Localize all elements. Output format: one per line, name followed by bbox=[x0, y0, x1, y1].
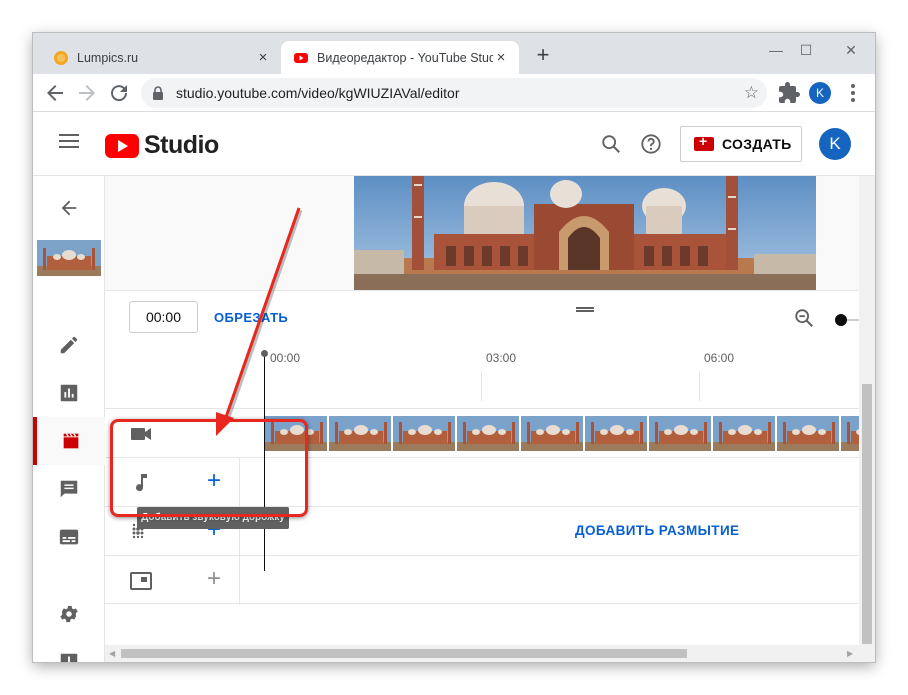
url-text: studio.youtube.com/video/kgWIUZIAVal/edi… bbox=[176, 85, 460, 101]
end-screen-track: + bbox=[105, 555, 859, 605]
create-button[interactable]: СОЗДАТЬ bbox=[680, 126, 802, 162]
filmstrip-frame bbox=[841, 416, 859, 451]
nav-analytics[interactable] bbox=[33, 369, 105, 417]
address-bar[interactable]: studio.youtube.com/video/kgWIUZIAVal/edi… bbox=[141, 78, 767, 108]
zoom-slider-handle[interactable] bbox=[835, 314, 847, 326]
trim-button[interactable]: ОБРЕЗАТЬ bbox=[214, 310, 288, 325]
ruler-label: 00:00 bbox=[270, 351, 301, 365]
search-icon[interactable] bbox=[600, 133, 622, 155]
subtitles-icon bbox=[59, 529, 79, 545]
ruler-tick bbox=[481, 371, 482, 401]
create-camera-icon bbox=[694, 133, 714, 151]
horizontal-scrollbar[interactable]: ◀ ▶ bbox=[105, 645, 859, 662]
add-end-screen-button[interactable]: + bbox=[202, 567, 226, 591]
tab-close-icon[interactable]: × bbox=[255, 49, 271, 66]
maximize-button[interactable]: ☐ bbox=[791, 38, 821, 62]
scroll-left-arrow-icon[interactable]: ◀ bbox=[109, 649, 115, 658]
nav-settings[interactable] bbox=[33, 590, 105, 638]
horizontal-scroll-thumb[interactable] bbox=[121, 649, 687, 658]
vertical-scrollbar[interactable] bbox=[859, 176, 875, 662]
close-window-button[interactable]: ✕ bbox=[836, 38, 866, 62]
hamburger-menu-icon[interactable] bbox=[59, 134, 79, 154]
filmstrip-frame bbox=[777, 416, 841, 451]
filmstrip-frame bbox=[457, 416, 521, 451]
tab-studio-editor[interactable]: Видеоредактор - YouTube Studio × bbox=[281, 41, 519, 74]
tab-strip: Lumpics.ru × Видеоредактор - YouTube Stu… bbox=[33, 33, 875, 74]
bookmark-star-icon[interactable]: ☆ bbox=[744, 83, 759, 103]
add-blur-link[interactable]: ДОБАВИТЬ РАЗМЫТИЕ bbox=[575, 523, 739, 538]
back-to-content-button[interactable] bbox=[33, 184, 105, 232]
new-tab-button[interactable]: + bbox=[533, 44, 553, 66]
vertical-scroll-thumb[interactable] bbox=[862, 384, 872, 644]
comments-icon bbox=[60, 480, 78, 498]
analytics-icon bbox=[60, 384, 78, 402]
logo-text: Studio bbox=[144, 131, 219, 159]
filmstrip-frame bbox=[329, 416, 393, 451]
extensions-puzzle-icon[interactable] bbox=[777, 81, 801, 105]
editor-clapperboard-icon bbox=[63, 433, 79, 449]
forward-arrow-icon[interactable] bbox=[75, 81, 99, 105]
feedback-icon bbox=[60, 653, 78, 662]
zoom-slider-track[interactable] bbox=[847, 319, 859, 321]
back-arrow-icon bbox=[61, 200, 77, 216]
browser-profile-avatar[interactable]: K bbox=[809, 82, 831, 104]
pencil-icon bbox=[60, 336, 78, 354]
filmstrip-frame bbox=[393, 416, 457, 451]
video-preview[interactable] bbox=[354, 176, 816, 290]
account-avatar[interactable]: K bbox=[819, 128, 851, 160]
zoom-out-icon[interactable] bbox=[793, 307, 815, 329]
tab-title: Видеоредактор - YouTube Studio bbox=[317, 50, 493, 65]
timeline-ruler[interactable]: 00:00 03:00 06:00 bbox=[105, 346, 859, 408]
ruler-tick bbox=[699, 371, 700, 401]
time-field[interactable]: 00:00 bbox=[129, 301, 198, 333]
reload-icon[interactable] bbox=[107, 81, 131, 105]
browser-menu-icon[interactable] bbox=[841, 81, 865, 105]
browser-window: Lumpics.ru × Видеоредактор - YouTube Stu… bbox=[33, 33, 875, 662]
filmstrip-frame bbox=[521, 416, 585, 451]
filmstrip-frame bbox=[585, 416, 649, 451]
tab-title: Lumpics.ru bbox=[77, 50, 139, 65]
nav-comments[interactable] bbox=[33, 465, 105, 513]
video-filmstrip[interactable] bbox=[265, 416, 859, 451]
filmstrip-frame bbox=[649, 416, 713, 451]
playhead-knob[interactable] bbox=[261, 350, 268, 357]
browser-toolbar: studio.youtube.com/video/kgWIUZIAVal/edi… bbox=[33, 74, 875, 112]
nav-details[interactable] bbox=[33, 321, 105, 369]
ruler-label: 03:00 bbox=[486, 351, 517, 365]
youtube-favicon-icon bbox=[294, 52, 308, 63]
annotation-highlight-box bbox=[110, 419, 308, 517]
mosque-preview-image bbox=[354, 176, 816, 290]
ruler-label: 06:00 bbox=[704, 351, 735, 365]
nav-feedback[interactable] bbox=[33, 638, 105, 662]
track-separator bbox=[239, 556, 240, 605]
create-label: СОЗДАТЬ bbox=[722, 136, 792, 152]
left-navigation bbox=[33, 176, 105, 662]
nav-editor[interactable] bbox=[33, 417, 105, 465]
video-thumbnail[interactable] bbox=[37, 240, 101, 276]
nav-subtitles[interactable] bbox=[33, 513, 105, 561]
lumpics-favicon-icon bbox=[54, 50, 68, 65]
editor-controls: 00:00 ОБРЕЗАТЬ bbox=[105, 290, 859, 346]
minimize-button[interactable]: — bbox=[761, 38, 791, 62]
mosque-thumbnail-image bbox=[37, 240, 101, 276]
tab-lumpics[interactable]: Lumpics.ru × bbox=[41, 41, 281, 74]
filmstrip-frame bbox=[713, 416, 777, 451]
tab-close-icon[interactable]: × bbox=[493, 49, 509, 66]
studio-logo[interactable]: Studio bbox=[105, 131, 219, 160]
youtube-logo-icon bbox=[105, 133, 139, 158]
help-icon[interactable] bbox=[640, 133, 662, 155]
studio-header: Studio СОЗДАТЬ K bbox=[33, 112, 875, 176]
drag-handle-icon[interactable] bbox=[576, 307, 594, 312]
end-screen-icon bbox=[130, 572, 152, 590]
scroll-right-arrow-icon[interactable]: ▶ bbox=[847, 649, 853, 658]
lock-icon bbox=[153, 86, 163, 100]
back-arrow-icon[interactable] bbox=[43, 81, 67, 105]
settings-gear-icon bbox=[60, 605, 78, 623]
